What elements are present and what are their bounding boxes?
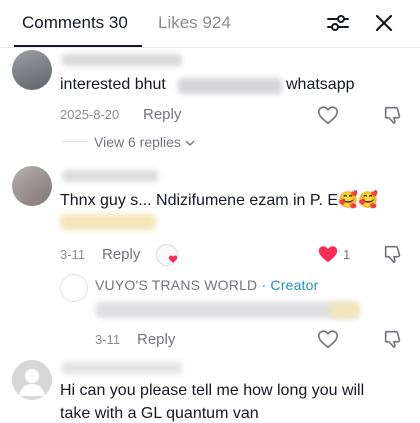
reply-button[interactable]: Reply xyxy=(143,106,181,123)
comment-text-line: Hi can you please tell me how long you w… xyxy=(60,382,365,399)
comments-header: Comments 30 Likes 924 xyxy=(0,0,420,48)
redacted-text xyxy=(96,302,356,318)
view-replies-link[interactable]: View 6 replies xyxy=(94,134,195,150)
dislike-icon[interactable] xyxy=(382,328,404,350)
username-redacted xyxy=(62,362,182,374)
reply-button[interactable]: Reply xyxy=(137,331,175,348)
comment-date: 3-11 xyxy=(60,247,86,262)
dislike-icon[interactable] xyxy=(382,104,404,126)
like-count: 1 xyxy=(343,247,351,262)
username-redacted xyxy=(62,54,182,66)
comment-date: 3-11 xyxy=(95,332,121,347)
creator-name-label: VUYO'S TRANS WORLD xyxy=(95,277,258,293)
creator-avatar[interactable] xyxy=(60,274,88,302)
user-silhouette-icon xyxy=(19,369,45,396)
redacted-text xyxy=(60,214,156,230)
comment-text: Thnx guy s... Ndizifumene ezam in P. E🥰🥰 xyxy=(60,192,378,209)
view-replies-label: View 6 replies xyxy=(94,134,181,150)
active-tab-indicator xyxy=(14,45,142,47)
reply-button[interactable]: Reply xyxy=(102,246,140,263)
default-avatar[interactable] xyxy=(12,360,52,400)
creator-name: VUYO'S TRANS WORLD · Creator xyxy=(95,277,319,293)
comment-text-part: whatsapp xyxy=(286,76,355,93)
avatar[interactable] xyxy=(12,50,52,90)
replies-divider xyxy=(62,141,88,142)
comment-text-part: interested bhut xyxy=(60,76,166,93)
sliders-icon[interactable] xyxy=(326,11,350,35)
chevron-down-icon xyxy=(185,140,195,147)
username-redacted xyxy=(62,170,158,182)
tab-likes[interactable]: Likes 924 xyxy=(158,13,231,33)
redacted-emoji xyxy=(330,302,360,318)
heart-icon[interactable] xyxy=(317,104,339,126)
comment-text-line: take with a GL quantum van xyxy=(60,405,259,422)
heart-filled-icon[interactable] xyxy=(317,243,339,265)
tab-comments[interactable]: Comments 30 xyxy=(22,13,128,33)
avatar[interactable] xyxy=(12,166,52,206)
close-icon[interactable] xyxy=(372,11,396,35)
heart-badge-icon xyxy=(168,255,178,263)
heart-icon[interactable] xyxy=(317,328,339,350)
redacted-text xyxy=(178,78,282,94)
dislike-icon[interactable] xyxy=(382,243,404,265)
comment-date: 2025-8-20 xyxy=(60,107,120,122)
creator-badge: · Creator xyxy=(257,277,319,293)
